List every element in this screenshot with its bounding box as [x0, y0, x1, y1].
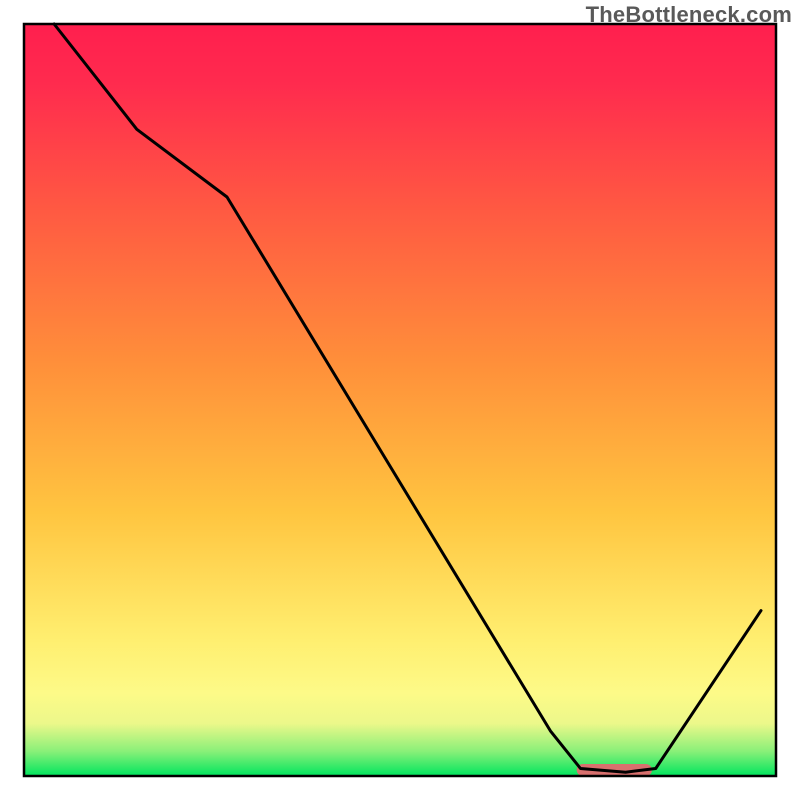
chart-plot [0, 0, 800, 800]
chart-container: TheBottleneck.com [0, 0, 800, 800]
chart-svg [0, 0, 800, 800]
chart-background-gradient [24, 24, 776, 776]
